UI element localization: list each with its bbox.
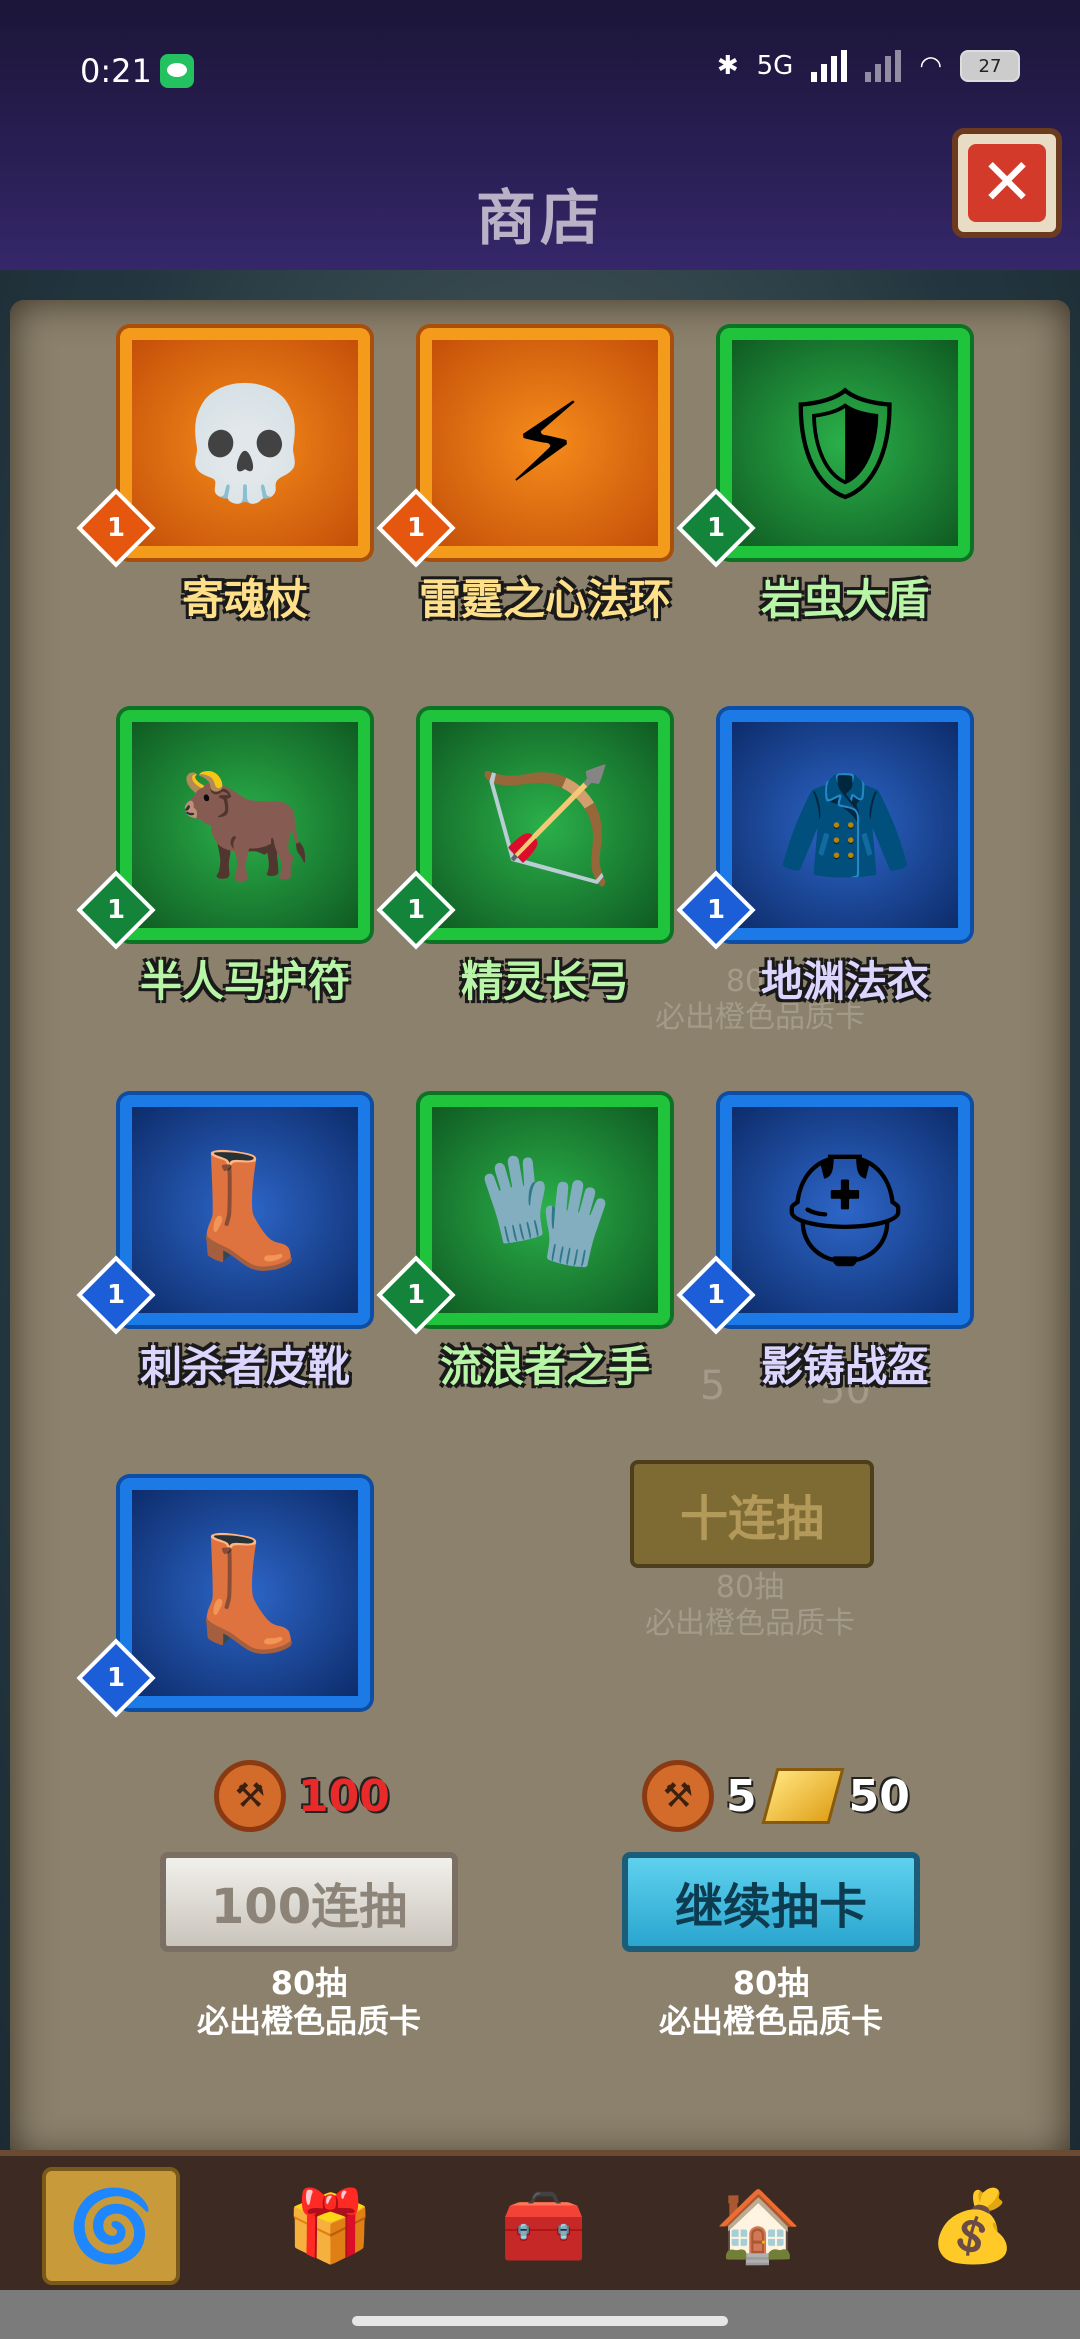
centaur-amulet-icon: 🐂 — [176, 761, 314, 889]
item-card[interactable]: ⚡ 1 雷霆之心法环 — [376, 328, 671, 624]
hundred-draw-button[interactable]: 100连抽 — [160, 1852, 458, 1952]
card-frame: 🛡 — [720, 328, 970, 558]
level-value: 1 — [706, 513, 726, 543]
gold-bag-icon: 💰 — [929, 2184, 1017, 2267]
wechat-icon — [160, 54, 194, 88]
item-card[interactable]: 💀 1 寄魂杖 — [76, 328, 370, 624]
card-frame: 🧤 — [420, 1095, 670, 1325]
robe-icon: 🧥 — [776, 761, 914, 889]
signal-2-icon — [865, 50, 902, 82]
level-value: 1 — [106, 1280, 126, 1310]
left-note-line1: 80抽 — [270, 1964, 348, 2002]
leather-boots-icon: 👢 — [176, 1146, 314, 1274]
status-icons: ✱ 5G ◠ 27 — [717, 50, 1020, 82]
item-name: 影铸战盔 — [760, 1342, 929, 1391]
iron-boots-icon: 👢 — [176, 1529, 314, 1657]
system-bar — [0, 2290, 1080, 2339]
item-card[interactable]: 🧤 1 流浪者之手 — [376, 1095, 670, 1391]
item-card[interactable]: 🛡 1 岩虫大盾 — [676, 328, 970, 624]
skull-staff-icon: 💀 — [176, 379, 314, 507]
nav-tavern[interactable]: 🏠 — [693, 2171, 823, 2281]
treasure-chest-icon: 🧰 — [500, 2184, 588, 2267]
right-cost: ⚒ 5 50 — [642, 1760, 910, 1832]
card-frame: 🐂 — [120, 710, 370, 940]
item-name: 半人马护符 — [139, 957, 350, 1006]
bluetooth-icon: ✱ — [716, 51, 739, 81]
anvil-icon: ⚒ — [642, 1760, 714, 1832]
item-name: 流浪者之手 — [439, 1342, 650, 1391]
item-card[interactable]: 🧥 1 地渊法衣 — [676, 710, 970, 1006]
wifi-icon: ◠ — [919, 51, 942, 81]
item-name: 寄魂杖 — [181, 575, 308, 624]
right-draw-note: 80抽 必出橙色品质卡 — [622, 1964, 920, 2040]
level-value: 1 — [706, 1280, 726, 1310]
card-frame: 🧥 — [720, 710, 970, 940]
nav-gift-box[interactable]: 🎁 — [265, 2171, 395, 2281]
level-value: 1 — [106, 895, 126, 925]
right-note-line2: 必出橙色品质卡 — [658, 2002, 883, 2040]
continue-draw-button[interactable]: 继续抽卡 — [622, 1852, 920, 1952]
left-note-line2: 必出橙色品质卡 — [196, 2002, 421, 2040]
ghost-note2-line2: 必出橙色品质卡 — [645, 1606, 855, 1641]
tavern-icon: 🏠 — [714, 2184, 802, 2267]
card-frame: 🏹 — [420, 710, 670, 940]
level-value: 1 — [406, 895, 426, 925]
status-time: 0:21 — [80, 52, 152, 90]
level-value: 1 — [406, 1280, 426, 1310]
gauntlet-icon: 🧤 — [476, 1146, 614, 1274]
left-cost-value: 100 — [298, 1770, 390, 1822]
card-frame: 💀 — [120, 328, 370, 558]
nav-gold-bag[interactable]: 💰 — [908, 2171, 1038, 2281]
item-name: 刺杀者皮靴 — [139, 1342, 350, 1391]
item-name: 雷霆之心法环 — [418, 575, 671, 624]
anvil-icon: ⚒ — [214, 1760, 286, 1832]
gift-box-icon: 🎁 — [285, 2184, 374, 2267]
nav-card-deck[interactable]: 🌀 — [42, 2167, 181, 2285]
right-cost-gold-value: 50 — [848, 1770, 910, 1822]
elven-bow-icon: 🏹 — [476, 761, 614, 889]
card-deck-icon: 🌀 — [67, 2184, 155, 2267]
level-value: 1 — [706, 895, 726, 925]
item-card[interactable]: 🏹 1 精灵长弓 — [376, 710, 670, 1006]
right-note-line1: 80抽 — [732, 1964, 810, 2002]
top-bar: 0:21 ✱ 5G ◠ 27 商店 ✕ — [0, 0, 1080, 270]
signal-icon — [811, 50, 848, 82]
level-value: 1 — [106, 1663, 126, 1693]
ten-draw-button-background: 十连抽 — [630, 1460, 874, 1568]
lightning-amulet-icon: ⚡ — [506, 379, 584, 507]
level-value: 1 — [106, 513, 126, 543]
item-card[interactable]: 🐂 1 半人马护符 — [76, 710, 370, 1006]
left-draw-note: 80抽 必出橙色品质卡 — [160, 1964, 458, 2040]
battery-icon: 27 — [960, 50, 1020, 82]
ghost-note-2: 80抽 必出橙色品质卡 — [610, 1570, 890, 1642]
card-frame: 👢 — [120, 1478, 370, 1708]
item-name: 精灵长弓 — [460, 957, 629, 1006]
item-card[interactable]: ⛑ 1 影铸战盔 — [676, 1095, 970, 1391]
home-indicator[interactable] — [352, 2316, 728, 2326]
bottom-nav: 🌀 🎁 🧰 🏠 💰 — [0, 2150, 1080, 2296]
level-value: 1 — [406, 513, 426, 543]
nav-treasure-chest[interactable]: 🧰 — [479, 2171, 609, 2281]
card-frame: 👢 — [120, 1095, 370, 1325]
right-cost-anvil-value: 5 — [726, 1770, 757, 1822]
card-frame: ⛑ — [720, 1095, 970, 1325]
network-label: 5G — [756, 51, 794, 81]
page-title: 商店 — [476, 184, 604, 254]
close-icon: ✕ — [968, 144, 1046, 222]
item-name: 岩虫大盾 — [760, 575, 929, 624]
item-card[interactable]: 👢 1 刺杀者皮靴 — [76, 1095, 370, 1391]
card-frame: ⚡ — [420, 328, 670, 558]
horned-helmet-icon: ⛑ — [775, 1146, 915, 1274]
left-cost: ⚒ 100 — [214, 1760, 390, 1832]
item-name: 地渊法衣 — [760, 957, 929, 1006]
spiked-shield-icon: 🛡 — [775, 379, 915, 507]
ghost-note2-line1: 80抽 — [715, 1570, 785, 1605]
item-card[interactable]: 👢 1 — [76, 1478, 370, 1728]
gold-bar-icon — [761, 1768, 845, 1824]
close-button[interactable]: ✕ — [952, 128, 1062, 238]
